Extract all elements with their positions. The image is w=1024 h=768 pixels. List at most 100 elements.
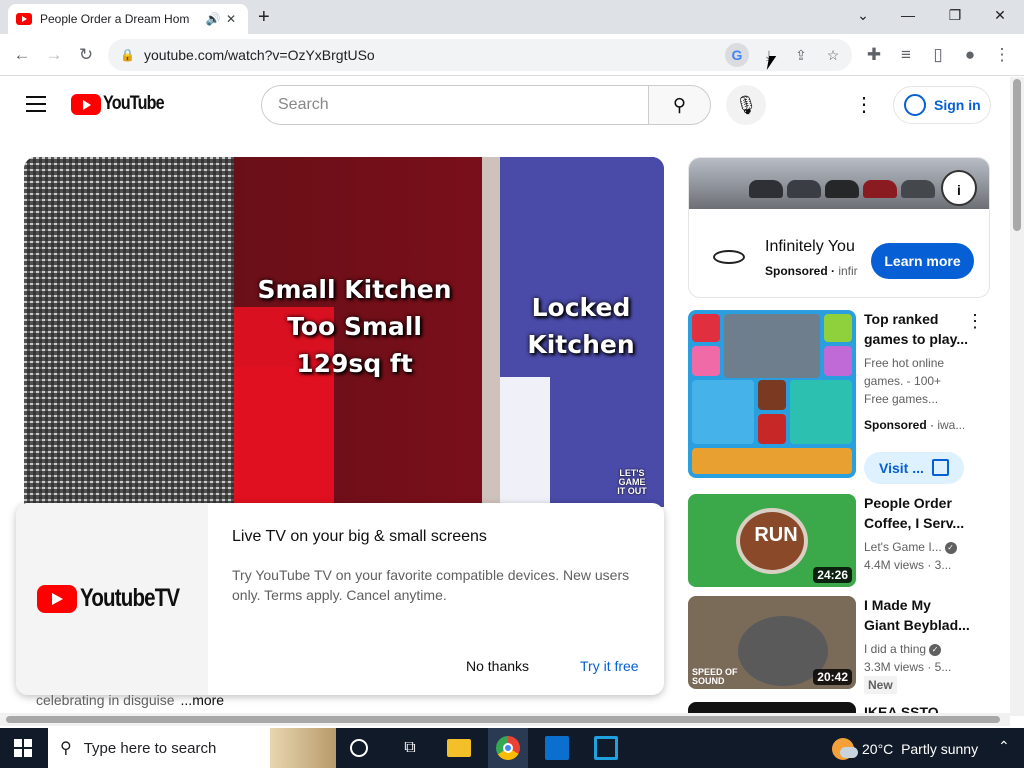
sidebar-thumbnail-ikea[interactable] [688, 702, 856, 713]
sidebar-ad-line3: Free games... [864, 392, 939, 406]
video-player[interactable]: Small Kitchen Too Small 129sq ft Locked … [24, 157, 664, 507]
taskbar-search-placeholder: Type here to search [83, 739, 217, 757]
microsoft-store-icon[interactable] [545, 736, 569, 760]
side-panel-icon[interactable]: ▯ [926, 43, 950, 67]
game-tile-bike [692, 380, 754, 444]
search-highlight-image [270, 728, 336, 768]
address-bar[interactable]: 🔒 youtube.com/watch?v=OzYxBrgtUSo G ⤓ ⇪ … [108, 39, 852, 71]
youtube-wordmark: YouTube [103, 93, 165, 114]
sign-in-button[interactable]: Sign in [893, 86, 991, 124]
sponsored-text: Sponsored [765, 264, 828, 278]
settings-kebab-icon[interactable]: ⋮ [854, 93, 874, 117]
tab-search-chevron-icon[interactable]: ⌄ [843, 4, 883, 26]
sidebar-thumbnail-beyblade[interactable]: SPEED OF SOUND 20:42 [688, 596, 856, 689]
sidebar-channel[interactable]: I did a thing ✓ [864, 640, 964, 658]
search-button[interactable]: ⚲ [648, 85, 711, 125]
learn-more-button[interactable]: Learn more [871, 243, 974, 279]
close-window-button[interactable]: ✕ [980, 4, 1020, 26]
youtube-play-logo-icon [71, 93, 101, 115]
show-hidden-icons-chevron-icon[interactable]: ⌃ [998, 738, 1010, 755]
cortana-icon[interactable] [350, 739, 368, 757]
remote-desktop-icon[interactable] [594, 736, 618, 760]
no-thanks-button[interactable]: No thanks [466, 658, 529, 674]
sponsored-text: Sponsored [864, 418, 927, 432]
reload-icon[interactable]: ↻ [74, 43, 98, 67]
youtube-logo[interactable]: YouTube [71, 93, 174, 115]
sidebar-thumbnail-coffee[interactable]: RUN 24:26 [688, 494, 856, 587]
extensions-puzzle-icon[interactable]: ✚ [862, 43, 886, 67]
advertiser-name: infir [838, 264, 858, 278]
video-frame-red-bright [234, 367, 334, 507]
new-tab-button[interactable]: + [258, 6, 270, 29]
video-frame-white-patch [500, 377, 550, 507]
sidebar-views: 4.4M views · 3... [864, 558, 952, 572]
game-tile [692, 314, 720, 342]
speaker-icon[interactable]: 🔊 [204, 12, 222, 26]
sidebar-title-games[interactable]: Top ranked games to play... [864, 309, 970, 349]
file-explorer-icon[interactable] [447, 739, 471, 757]
show-more-link[interactable]: ...more [181, 692, 225, 708]
vertical-scroll-thumb[interactable] [1013, 79, 1021, 231]
vertical-scrollbar[interactable] [1010, 77, 1024, 716]
horizontal-scroll-thumb[interactable] [6, 716, 1000, 723]
video-frame-mesh-overlay [24, 157, 234, 507]
google-lens-icon[interactable]: G [725, 43, 749, 67]
youtube-header: YouTube Search ⚲ 🎙 ⋮ Sign in [0, 77, 1010, 133]
share-icon[interactable]: ⇪ [789, 43, 813, 67]
search-icon: ⚲ [672, 95, 687, 115]
chrome-taskbar-button[interactable] [488, 728, 528, 768]
restore-button[interactable]: ❐ [935, 4, 975, 26]
forward-arrow-icon[interactable]: → [42, 43, 66, 67]
game-tile [692, 346, 720, 376]
try-it-free-button[interactable]: Try it free [580, 658, 639, 674]
item-options-kebab-icon[interactable]: ⋮ [966, 311, 984, 332]
sidebar-title-ikea[interactable]: IKEA SSTO [864, 702, 970, 713]
video-duration: 24:26 [813, 567, 852, 583]
visit-site-button[interactable]: Visit ... [864, 452, 964, 484]
search-icon: ⚲ [60, 740, 72, 757]
thumbnail-text: SPEED OF SOUND [692, 667, 738, 686]
weather-widget[interactable]: 20°C Partly sunny [832, 738, 978, 760]
game-tile [824, 346, 852, 376]
task-view-icon[interactable]: ⧉ [398, 736, 422, 760]
chrome-menu-icon[interactable]: ⋮ [990, 43, 1014, 67]
profile-avatar-icon[interactable]: ● [958, 43, 982, 67]
back-arrow-icon[interactable]: ← [10, 43, 34, 67]
ad-card[interactable]: i Infinitely You Sponsored · infir Learn… [688, 157, 990, 298]
promo-logo-panel: YoutubeTV [16, 503, 208, 695]
bookmark-star-icon[interactable]: ☆ [821, 43, 845, 67]
visit-label: Visit ... [879, 460, 924, 476]
sign-in-label: Sign in [934, 97, 981, 113]
sidebar-title-coffee[interactable]: People Order Coffee, I Serv... [864, 493, 970, 533]
channel-watermark: LET'S GAME IT OUT [617, 468, 647, 496]
ad-sponsored-label: Sponsored · infir [765, 264, 858, 278]
car-image [749, 180, 783, 198]
infiniti-logo-icon [713, 250, 745, 264]
taskbar-search-box[interactable]: ⚲ Type here to search [48, 728, 336, 768]
game-tile-row [692, 448, 852, 474]
promo-body: Try YouTube TV on your favorite compatib… [232, 567, 630, 603]
video-description[interactable]: celebrating in disguise ...more [36, 692, 224, 708]
account-icon [904, 94, 926, 116]
minimize-button[interactable]: — [888, 4, 928, 26]
sidebar-thumbnail-games[interactable] [688, 310, 856, 478]
youtube-tv-play-icon [37, 584, 77, 613]
game-tile-fortnite [790, 380, 852, 444]
hamburger-menu-icon[interactable] [26, 96, 46, 112]
browser-tab[interactable]: People Order a Dream Hom 🔊 ✕ [8, 4, 248, 34]
voice-search-mic-icon[interactable]: 🎙 [726, 85, 766, 125]
horizontal-scrollbar[interactable] [0, 713, 1010, 726]
url-text: youtube.com/watch?v=OzYxBrgtUSo [144, 47, 375, 63]
temperature: 20°C [862, 741, 894, 757]
tab-close-icon[interactable]: ✕ [222, 12, 240, 26]
description-snippet: celebrating in disguise [36, 692, 175, 708]
car-image [901, 180, 935, 198]
sidebar-title-beyblade[interactable]: I Made My Giant Beyblad... [864, 595, 970, 635]
sidebar-channel[interactable]: Let's Game I... ✓ [864, 538, 964, 556]
promo-heading: Live TV on your big & small screens [232, 528, 487, 545]
new-badge: New [864, 676, 897, 694]
search-input[interactable]: Search [261, 85, 649, 125]
media-control-icon[interactable]: ≡ [894, 43, 918, 67]
ad-info-icon[interactable]: i [941, 170, 977, 206]
windows-start-icon[interactable] [14, 739, 32, 757]
